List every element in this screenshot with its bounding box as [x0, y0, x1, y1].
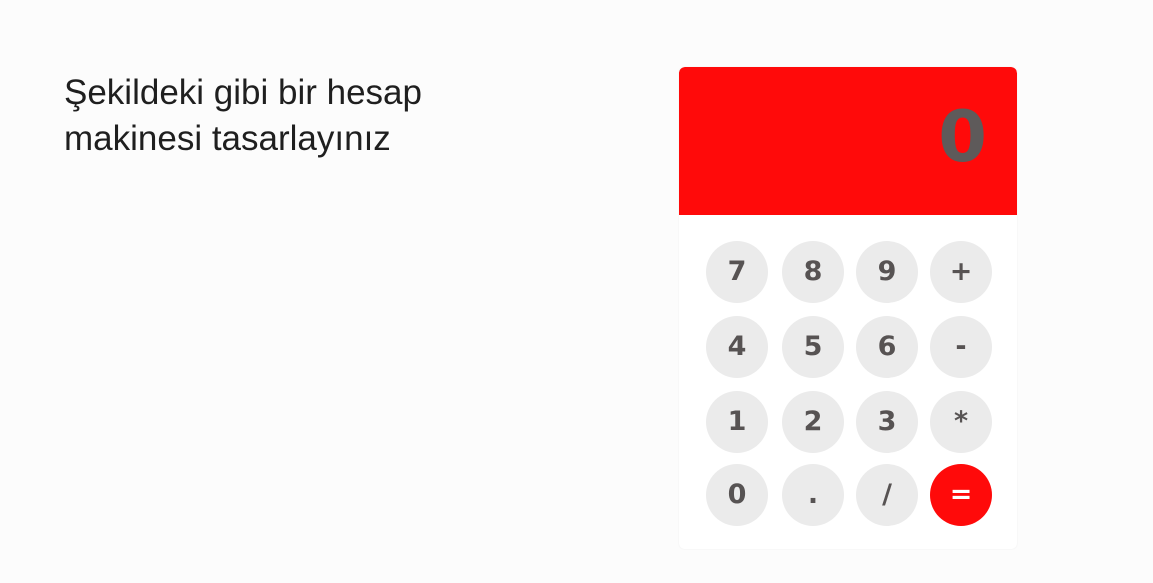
key-divide[interactable]: /: [856, 464, 918, 526]
key-3[interactable]: 3: [856, 391, 918, 453]
key-multiply[interactable]: *: [930, 391, 992, 453]
key-5[interactable]: 5: [782, 316, 844, 378]
key-1[interactable]: 1: [706, 391, 768, 453]
key-0[interactable]: 0: [706, 464, 768, 526]
calculator: 0 7 8 9 + 4 5 6 - 1 2 3 * 0 . / =: [679, 67, 1017, 549]
keypad: 7 8 9 + 4 5 6 - 1 2 3 * 0 . / =: [679, 215, 1017, 549]
display-value: 0: [938, 96, 987, 178]
key-2[interactable]: 2: [782, 391, 844, 453]
key-4[interactable]: 4: [706, 316, 768, 378]
key-minus[interactable]: -: [930, 316, 992, 378]
key-equals[interactable]: =: [930, 464, 992, 526]
key-6[interactable]: 6: [856, 316, 918, 378]
instruction-text: Şekildeki gibi bir hesap makinesi tasarl…: [64, 70, 544, 162]
instruction-line-2: makinesi tasarlayınız: [64, 119, 391, 158]
key-9[interactable]: 9: [856, 241, 918, 303]
key-7[interactable]: 7: [706, 241, 768, 303]
instruction-line-1: Şekildeki gibi bir hesap: [64, 73, 422, 112]
key-plus[interactable]: +: [930, 241, 992, 303]
calculator-display: 0: [679, 67, 1017, 215]
key-8[interactable]: 8: [782, 241, 844, 303]
key-decimal[interactable]: .: [782, 464, 844, 526]
